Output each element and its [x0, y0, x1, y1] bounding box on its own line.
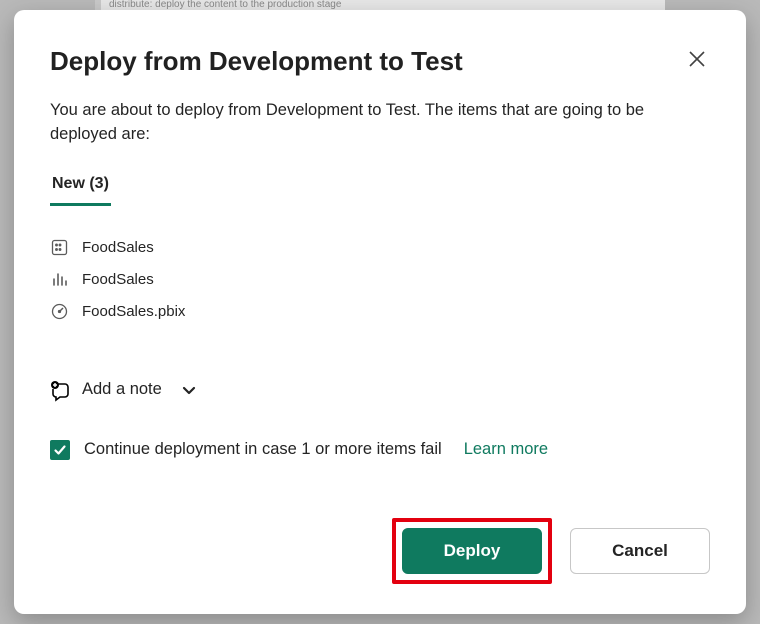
check-icon [53, 443, 67, 457]
list-item: FoodSales [50, 239, 710, 257]
dialog-title: Deploy from Development to Test [50, 46, 463, 77]
list-item-label: FoodSales [82, 271, 154, 288]
tab-new[interactable]: New (3) [50, 175, 111, 206]
add-note-toggle[interactable]: Add a note [50, 380, 198, 400]
close-button[interactable] [684, 46, 710, 72]
close-icon [688, 50, 706, 68]
cancel-button[interactable]: Cancel [570, 528, 710, 574]
deploy-highlight: Deploy [392, 518, 552, 584]
deploy-item-list: FoodSales FoodSales FoodS [50, 239, 710, 321]
add-note-label: Add a note [82, 380, 162, 399]
list-item: FoodSales.pbix [50, 303, 710, 321]
list-item: FoodSales [50, 271, 710, 289]
deploy-button[interactable]: Deploy [402, 528, 542, 574]
list-item-label: FoodSales [82, 239, 154, 256]
continue-on-fail-label: Continue deployment in case 1 or more it… [84, 440, 442, 459]
add-note-icon [50, 380, 70, 400]
continue-on-fail-row: Continue deployment in case 1 or more it… [50, 440, 710, 460]
dialog-header: Deploy from Development to Test [50, 46, 710, 77]
learn-more-link[interactable]: Learn more [464, 440, 548, 459]
report-icon [50, 271, 68, 289]
dataset-icon [50, 239, 68, 257]
continue-on-fail-checkbox[interactable] [50, 440, 70, 460]
dialog-footer: Deploy Cancel [50, 518, 710, 584]
list-item-label: FoodSales.pbix [82, 303, 185, 320]
chevron-down-icon [180, 381, 198, 399]
deploy-dialog: Deploy from Development to Test You are … [14, 10, 746, 614]
tab-list: New (3) [50, 175, 710, 207]
dialog-description: You are about to deploy from Development… [50, 99, 710, 147]
gauge-icon [50, 303, 68, 321]
